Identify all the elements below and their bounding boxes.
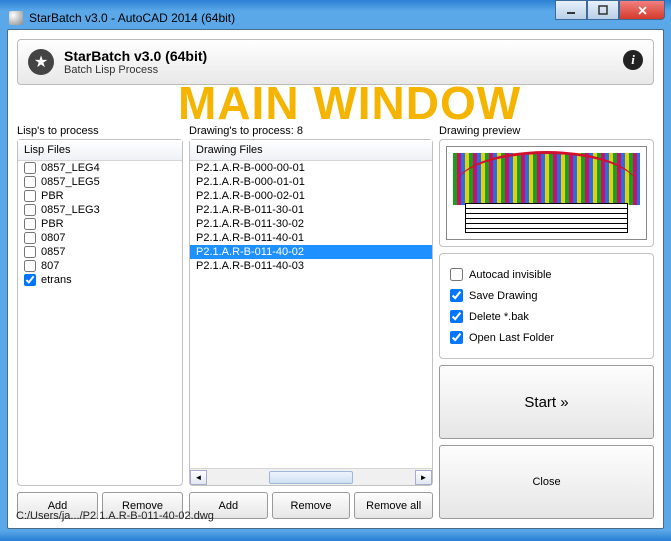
header-titles: StarBatch v3.0 (64bit) Batch Lisp Proces… <box>64 48 207 76</box>
drawings-items: P2.1.A.R-B-000-00-01P2.1.A.R-B-000-01-01… <box>190 161 432 468</box>
drawings-column-header[interactable]: Drawing Files <box>190 140 432 161</box>
drawings-column: Drawing's to process: 8 Drawing Files P2… <box>189 125 433 519</box>
preview-group <box>439 139 654 247</box>
lisps-label: Lisp's to process <box>17 125 183 137</box>
option-open-last-folder[interactable]: Open Last Folder <box>450 327 643 348</box>
lisp-item[interactable]: 0857 <box>18 245 182 259</box>
lisp-item-label: etrans <box>41 274 72 286</box>
info-icon[interactable]: i <box>623 50 643 70</box>
horizontal-scrollbar[interactable]: ◄ ► <box>190 468 432 485</box>
open-last-folder-checkbox[interactable] <box>450 331 463 344</box>
window-controls <box>555 0 665 20</box>
drawing-item[interactable]: P2.1.A.R-B-011-30-02 <box>190 217 432 231</box>
star-icon: ★ <box>28 49 54 75</box>
lisp-item[interactable]: etrans <box>18 273 182 287</box>
preview-label: Drawing preview <box>439 125 654 137</box>
lisp-item[interactable]: PBR <box>18 217 182 231</box>
scroll-left-arrow[interactable]: ◄ <box>190 470 207 485</box>
lisp-item-checkbox[interactable] <box>24 204 36 216</box>
preview-graphic-table <box>465 203 628 233</box>
lisp-item-checkbox[interactable] <box>24 246 36 258</box>
lisp-item-checkbox[interactable] <box>24 232 36 244</box>
drawing-preview <box>446 146 647 240</box>
lisp-item-label: 0857_LEG4 <box>41 162 100 174</box>
drawing-item[interactable]: P2.1.A.R-B-011-40-02 <box>190 245 432 259</box>
lisp-item-checkbox[interactable] <box>24 274 36 286</box>
drawing-item[interactable]: P2.1.A.R-B-011-30-01 <box>190 203 432 217</box>
open-last-folder-label: Open Last Folder <box>469 332 554 344</box>
window-frame: StarBatch v3.0 - AutoCAD 2014 (64bit) ★ … <box>0 0 671 541</box>
lisp-item-label: PBR <box>41 190 64 202</box>
drawings-listbox[interactable]: Drawing Files P2.1.A.R-B-000-00-01P2.1.A… <box>189 139 433 486</box>
scroll-track[interactable] <box>207 470 415 485</box>
drawings-label: Drawing's to process: 8 <box>189 125 433 137</box>
app-header: ★ StarBatch v3.0 (64bit) Batch Lisp Proc… <box>17 39 654 85</box>
lisp-item[interactable]: 0857_LEG3 <box>18 203 182 217</box>
lisp-item-label: 0857 <box>41 246 65 258</box>
drawing-item[interactable]: P2.1.A.R-B-011-40-03 <box>190 259 432 273</box>
lisp-item[interactable]: PBR <box>18 189 182 203</box>
drawing-item[interactable]: P2.1.A.R-B-000-00-01 <box>190 161 432 175</box>
scroll-thumb[interactable] <box>269 471 352 484</box>
lisp-item-label: 0857_LEG3 <box>41 204 100 216</box>
lisp-item[interactable]: 807 <box>18 259 182 273</box>
lisp-item-label: 0807 <box>41 232 65 244</box>
lisps-items: 0857_LEG4 0857_LEG5 PBR 0857_LEG3 PBR 0807 085… <box>18 161 182 485</box>
lisp-item-label: 0857_LEG5 <box>41 176 100 188</box>
lisp-item[interactable]: 0807 <box>18 231 182 245</box>
lisp-item[interactable]: 0857_LEG4 <box>18 161 182 175</box>
start-button[interactable]: Start » <box>439 365 654 439</box>
app-title: StarBatch v3.0 (64bit) <box>64 48 207 64</box>
lisp-item-label: PBR <box>41 218 64 230</box>
option-save-drawing[interactable]: Save Drawing <box>450 285 643 306</box>
lisps-listbox[interactable]: Lisp Files 0857_LEG40857_LEG5PBR0857_LEG… <box>17 139 183 486</box>
options-group: Autocad invisible Save Drawing Delete *.… <box>439 253 654 359</box>
status-bar: C:/Users/ja.../P2.1.A.R-B-011-40-02.dwg <box>16 510 655 522</box>
drawing-item[interactable]: P2.1.A.R-B-000-01-01 <box>190 175 432 189</box>
close-button[interactable]: Close <box>439 445 654 519</box>
lisp-item-label: 807 <box>41 260 59 272</box>
delete-bak-label: Delete *.bak <box>469 311 529 323</box>
save-drawing-label: Save Drawing <box>469 290 537 302</box>
lisp-item-checkbox[interactable] <box>24 162 36 174</box>
client-area: ★ StarBatch v3.0 (64bit) Batch Lisp Proc… <box>7 29 664 529</box>
autocad-invisible-checkbox[interactable] <box>450 268 463 281</box>
drawing-item[interactable]: P2.1.A.R-B-000-02-01 <box>190 189 432 203</box>
lisp-item[interactable]: 0857_LEG5 <box>18 175 182 189</box>
lisp-item-checkbox[interactable] <box>24 190 36 202</box>
option-delete-bak[interactable]: Delete *.bak <box>450 306 643 327</box>
delete-bak-checkbox[interactable] <box>450 310 463 323</box>
maximize-button[interactable] <box>587 0 619 20</box>
lisps-column: Lisp's to process Lisp Files 0857_LEG408… <box>17 125 183 519</box>
main-body: Lisp's to process Lisp Files 0857_LEG408… <box>17 125 654 519</box>
autocad-invisible-label: Autocad invisible <box>469 269 552 281</box>
drawing-item[interactable]: P2.1.A.R-B-011-40-01 <box>190 231 432 245</box>
lisp-item-checkbox[interactable] <box>24 260 36 272</box>
lisp-item-checkbox[interactable] <box>24 218 36 230</box>
option-autocad-invisible[interactable]: Autocad invisible <box>450 264 643 285</box>
save-drawing-checkbox[interactable] <box>450 289 463 302</box>
right-column: Drawing preview Autocad invisible <box>439 125 654 519</box>
close-window-button[interactable] <box>619 0 665 20</box>
minimize-button[interactable] <box>555 0 587 20</box>
app-subtitle: Batch Lisp Process <box>64 64 207 76</box>
scroll-right-arrow[interactable]: ► <box>415 470 432 485</box>
app-icon <box>9 11 23 25</box>
lisps-column-header[interactable]: Lisp Files <box>18 140 182 161</box>
lisp-item-checkbox[interactable] <box>24 176 36 188</box>
